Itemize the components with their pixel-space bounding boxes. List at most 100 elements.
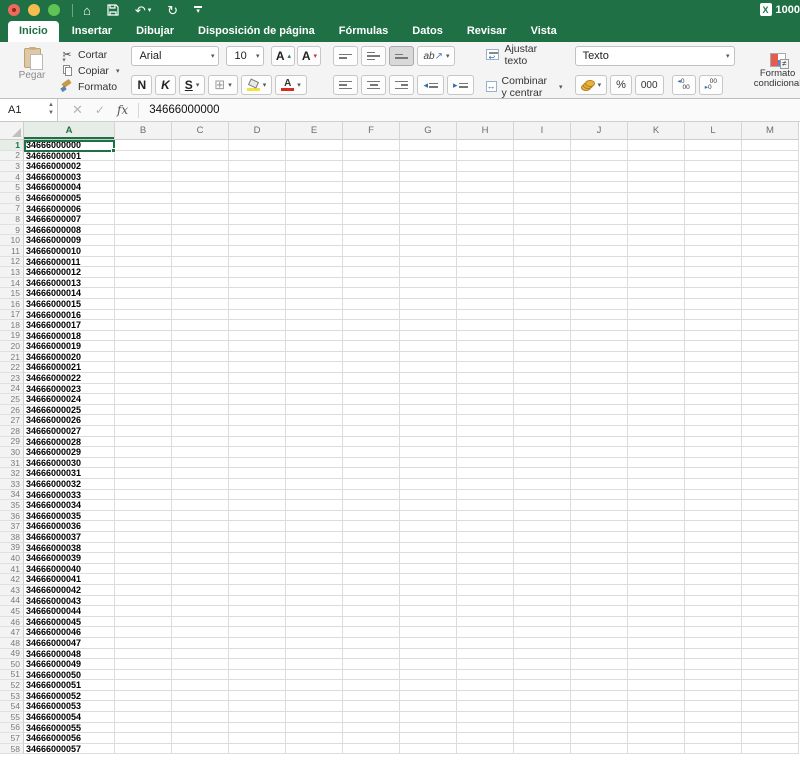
cell-column-a[interactable]: 34666000014 [24, 288, 115, 299]
cell[interactable] [742, 277, 799, 289]
cell[interactable] [742, 309, 799, 321]
cell[interactable] [742, 595, 799, 607]
chevron-down-icon[interactable]: ▾ [62, 56, 66, 64]
cell[interactable] [115, 553, 172, 564]
cell[interactable] [685, 690, 742, 702]
cell[interactable] [400, 161, 457, 172]
cell[interactable] [172, 521, 229, 532]
cell[interactable] [343, 182, 400, 193]
cell[interactable] [286, 606, 343, 617]
cell[interactable] [229, 140, 286, 151]
cell[interactable] [742, 627, 799, 638]
cell[interactable] [628, 351, 685, 363]
cell[interactable] [115, 426, 172, 437]
cell-column-a[interactable]: 34666000021 [24, 362, 115, 374]
cell[interactable] [400, 479, 457, 490]
cell[interactable] [742, 701, 799, 713]
cell[interactable] [742, 341, 799, 352]
cell[interactable] [172, 616, 229, 628]
cell[interactable] [742, 224, 799, 236]
cell[interactable] [229, 563, 286, 575]
cell[interactable] [343, 415, 400, 427]
cell[interactable] [115, 701, 172, 713]
cell[interactable] [628, 743, 685, 754]
cell[interactable] [400, 542, 457, 554]
cell[interactable] [571, 489, 628, 501]
cell[interactable] [571, 584, 628, 596]
cell[interactable] [343, 267, 400, 278]
column-header[interactable]: G [400, 122, 457, 140]
cell[interactable] [229, 224, 286, 236]
cell[interactable] [400, 288, 457, 299]
cell[interactable] [115, 404, 172, 416]
cell[interactable] [400, 330, 457, 342]
cell[interactable] [514, 415, 571, 427]
cell[interactable] [628, 171, 685, 183]
cell[interactable] [514, 606, 571, 617]
cell[interactable] [457, 140, 514, 151]
cell[interactable] [514, 712, 571, 723]
cell-column-a[interactable]: 34666000056 [24, 733, 115, 744]
cell[interactable] [571, 553, 628, 564]
row-header[interactable]: 27 [0, 415, 24, 427]
borders-button[interactable]: ⊞ ▾ [208, 75, 238, 95]
cell[interactable] [457, 150, 514, 162]
cell[interactable] [172, 351, 229, 363]
increase-indent-button[interactable]: ▸ [446, 75, 474, 95]
cell[interactable] [400, 648, 457, 660]
cell[interactable] [514, 500, 571, 511]
cell[interactable] [628, 288, 685, 299]
row-header[interactable]: 38 [0, 532, 24, 543]
cut-button[interactable]: ✂ Cortar [60, 47, 119, 62]
cell[interactable] [571, 426, 628, 437]
cell[interactable] [685, 722, 742, 734]
cell[interactable] [343, 404, 400, 416]
cell[interactable] [685, 330, 742, 342]
cell-column-a[interactable]: 34666000008 [24, 224, 115, 236]
cell[interactable] [742, 553, 799, 564]
cell[interactable] [343, 595, 400, 607]
italic-button[interactable]: K [155, 75, 176, 95]
cell[interactable] [571, 277, 628, 289]
cell[interactable] [628, 733, 685, 744]
cell[interactable] [172, 277, 229, 289]
cell[interactable] [286, 701, 343, 713]
cell[interactable] [229, 531, 286, 543]
cell-column-a[interactable]: 34666000050 [24, 669, 115, 681]
align-middle-button[interactable] [361, 46, 387, 66]
cell[interactable] [400, 320, 457, 331]
cell[interactable] [514, 521, 571, 532]
cell[interactable] [115, 256, 172, 268]
ribbon-tab[interactable]: Datos [401, 21, 454, 42]
cell[interactable] [457, 267, 514, 278]
cell[interactable] [229, 362, 286, 374]
column-header[interactable]: F [343, 122, 400, 140]
cell[interactable] [742, 214, 799, 225]
cell[interactable] [742, 404, 799, 416]
cell[interactable] [115, 150, 172, 162]
cell[interactable] [400, 669, 457, 681]
cell[interactable] [628, 606, 685, 617]
column-header[interactable]: K [628, 122, 685, 140]
cell[interactable] [172, 224, 229, 236]
cell-column-a[interactable]: 34666000015 [24, 298, 115, 310]
cell[interactable] [628, 690, 685, 702]
cell[interactable] [685, 288, 742, 299]
row-header[interactable]: 6 [0, 193, 24, 204]
cell[interactable] [229, 733, 286, 744]
cell[interactable] [457, 627, 514, 638]
cell[interactable] [115, 584, 172, 596]
cell[interactable] [172, 171, 229, 183]
currency-format-button[interactable]: ▾ [574, 75, 608, 95]
cell[interactable] [115, 479, 172, 490]
cell-column-a[interactable]: 34666000052 [24, 690, 115, 702]
cell-column-a[interactable]: 34666000028 [24, 436, 115, 448]
cell[interactable] [514, 383, 571, 395]
cell[interactable] [571, 298, 628, 310]
cell[interactable] [286, 267, 343, 278]
cell[interactable] [742, 436, 799, 448]
cell[interactable] [457, 426, 514, 437]
cell[interactable] [343, 150, 400, 162]
cell[interactable] [514, 733, 571, 744]
cell[interactable] [685, 256, 742, 268]
